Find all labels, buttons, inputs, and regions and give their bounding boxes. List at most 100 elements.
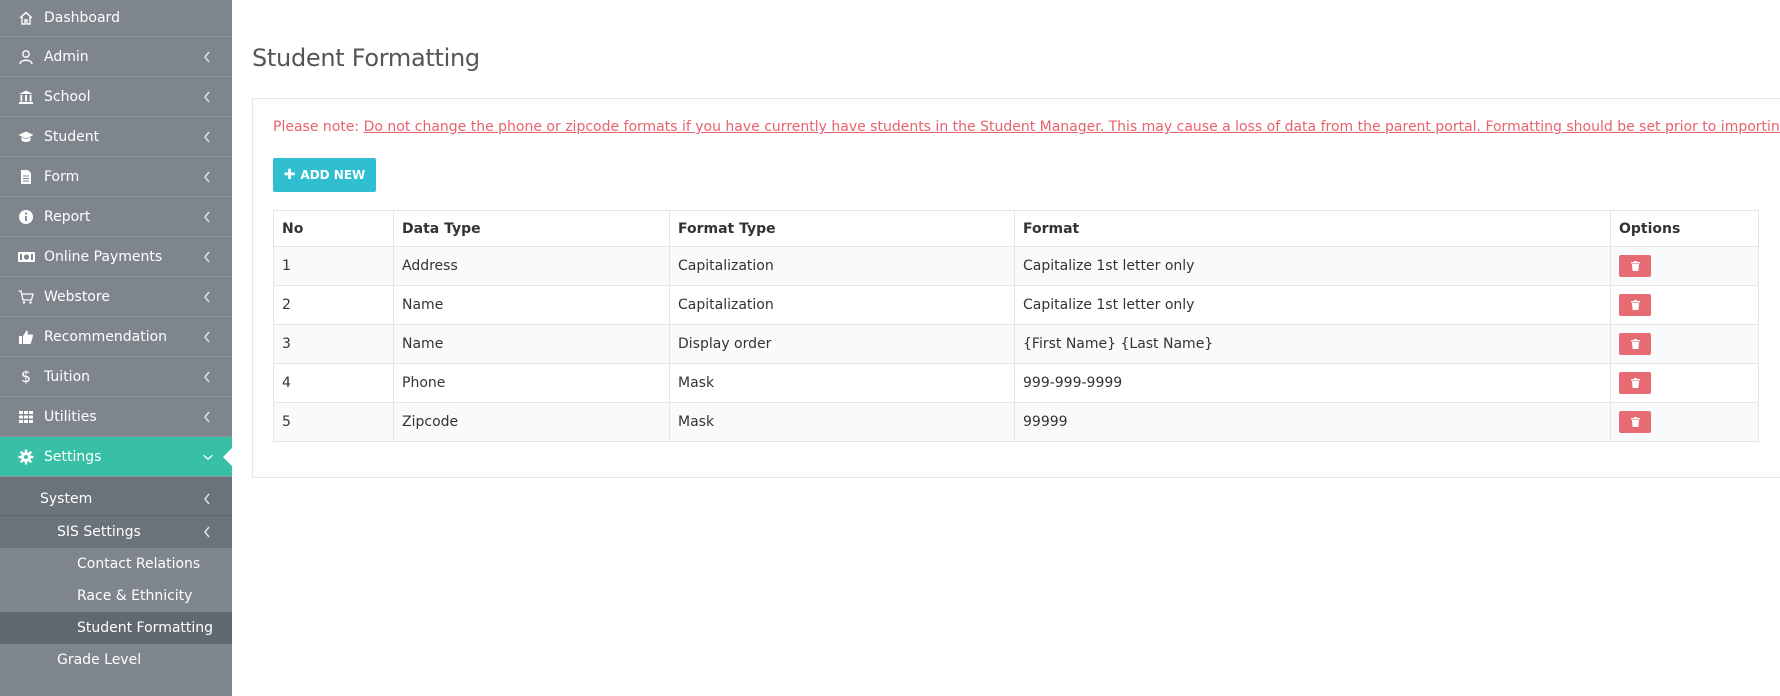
submenu-item-label: Race & Ethnicity bbox=[77, 588, 193, 604]
submenu-item-label: System bbox=[40, 491, 93, 507]
sidebar-item-recommendation[interactable]: Recommendation bbox=[0, 317, 232, 357]
column-header-format-type: Format Type bbox=[669, 210, 1015, 247]
chevron-left-icon bbox=[202, 90, 214, 104]
submenu-item-label: Student Formatting bbox=[77, 620, 214, 636]
chevron-left-icon bbox=[202, 330, 214, 344]
cell-format-type: Display order bbox=[669, 324, 1015, 364]
home-icon bbox=[14, 10, 38, 26]
cell-data-type: Zipcode bbox=[393, 402, 670, 442]
table-row: 2 Name Capitalization Capitalize 1st let… bbox=[273, 285, 1759, 325]
chevron-left-icon bbox=[202, 370, 214, 384]
table-row: 5 Zipcode Mask 99999 bbox=[273, 402, 1759, 442]
submenu-item-label: Contact Relations bbox=[77, 556, 201, 572]
trash-icon bbox=[1630, 261, 1640, 271]
chevron-down-icon bbox=[202, 450, 216, 464]
sidebar-item-online-payments[interactable]: Online Payments bbox=[0, 237, 232, 277]
sidebar-item-report[interactable]: Report bbox=[0, 197, 232, 237]
thumbs-up-icon bbox=[14, 329, 38, 345]
sidebar-item-settings[interactable]: Settings bbox=[0, 437, 232, 477]
table-header-row: No Data Type Format Type Format Options bbox=[273, 210, 1759, 247]
formatting-table: No Data Type Format Type Format Options … bbox=[273, 210, 1759, 442]
table-row: 1 Address Capitalization Capitalize 1st … bbox=[273, 246, 1759, 286]
submenu-item-student-formatting[interactable]: Student Formatting bbox=[0, 612, 232, 644]
sidebar: Dashboard Admin School Student Form Repo… bbox=[0, 0, 232, 696]
bank-icon bbox=[14, 89, 38, 105]
cell-data-type: Address bbox=[393, 246, 670, 286]
delete-button[interactable] bbox=[1619, 333, 1651, 355]
chevron-left-icon bbox=[202, 410, 214, 424]
cell-options bbox=[1610, 324, 1759, 364]
sidebar-item-utilities[interactable]: Utilities bbox=[0, 397, 232, 437]
trash-icon bbox=[1630, 378, 1640, 388]
column-header-options: Options bbox=[1610, 210, 1759, 247]
sidebar-item-form[interactable]: Form bbox=[0, 157, 232, 197]
chevron-left-icon bbox=[202, 290, 214, 304]
title-decoration bbox=[475, 64, 477, 66]
submenu-item-sis-settings[interactable]: SIS Settings bbox=[0, 516, 232, 548]
submenu-item-grade-level[interactable]: Grade Level bbox=[0, 644, 232, 676]
cell-data-type: Name bbox=[393, 324, 670, 364]
cell-format-type: Mask bbox=[669, 402, 1015, 442]
submenu-item-race-ethnicity[interactable]: Race & Ethnicity bbox=[0, 580, 232, 612]
table-row: 4 Phone Mask 999-999-9999 bbox=[273, 363, 1759, 403]
submenu-item-label: Grade Level bbox=[57, 652, 142, 668]
sidebar-item-student[interactable]: Student bbox=[0, 117, 232, 157]
sidebar-item-dashboard[interactable]: Dashboard bbox=[0, 0, 232, 37]
cell-no: 2 bbox=[273, 285, 394, 325]
submenu-item-label: SIS Settings bbox=[57, 524, 141, 540]
trash-icon bbox=[1630, 300, 1640, 310]
column-header-data-type: Data Type bbox=[393, 210, 670, 247]
cell-format-type: Mask bbox=[669, 363, 1015, 403]
cell-data-type: Phone bbox=[393, 363, 670, 403]
note-link[interactable]: Do not change the phone or zipcode forma… bbox=[364, 119, 1780, 135]
submenu-item-system[interactable]: System bbox=[0, 483, 232, 516]
chevron-left-icon bbox=[202, 130, 214, 144]
delete-button[interactable] bbox=[1619, 255, 1651, 277]
gear-icon bbox=[14, 449, 38, 465]
cart-icon bbox=[14, 289, 38, 305]
cell-format: 999-999-9999 bbox=[1014, 363, 1611, 403]
chevron-left-icon bbox=[202, 525, 214, 539]
file-icon bbox=[14, 169, 38, 185]
warning-note: Please note: Do not change the phone or … bbox=[273, 119, 1780, 135]
sidebar-item-admin[interactable]: Admin bbox=[0, 37, 232, 77]
graduation-cap-icon bbox=[14, 129, 38, 145]
cell-format-type: Capitalization bbox=[669, 285, 1015, 325]
note-prefix: Please note: bbox=[273, 119, 364, 135]
sidebar-item-webstore[interactable]: Webstore bbox=[0, 277, 232, 317]
cell-options bbox=[1610, 246, 1759, 286]
cell-options bbox=[1610, 363, 1759, 403]
cell-options bbox=[1610, 402, 1759, 442]
cell-data-type: Name bbox=[393, 285, 670, 325]
cell-format: {First Name} {Last Name} bbox=[1014, 324, 1611, 364]
cell-format: Capitalize 1st letter only bbox=[1014, 285, 1611, 325]
cell-options bbox=[1610, 285, 1759, 325]
formatting-panel: Please note: Do not change the phone or … bbox=[252, 98, 1780, 478]
money-icon bbox=[14, 249, 38, 265]
plus-icon: ✚ bbox=[283, 167, 296, 183]
submenu-item-contact-relations[interactable]: Contact Relations bbox=[0, 548, 232, 580]
trash-icon bbox=[1630, 339, 1640, 349]
delete-button[interactable] bbox=[1619, 411, 1651, 433]
add-new-button[interactable]: ✚ ADD NEW bbox=[273, 158, 376, 192]
delete-button[interactable] bbox=[1619, 294, 1651, 316]
cell-no: 5 bbox=[273, 402, 394, 442]
column-header-format: Format bbox=[1014, 210, 1611, 247]
cell-no: 4 bbox=[273, 363, 394, 403]
sidebar-item-school[interactable]: School bbox=[0, 77, 232, 117]
sidebar-item-tuition[interactable]: $ Tuition bbox=[0, 357, 232, 397]
column-header-no: No bbox=[273, 210, 394, 247]
user-icon bbox=[14, 49, 38, 65]
chevron-left-icon bbox=[202, 170, 214, 184]
sidebar-item-label: Dashboard bbox=[44, 10, 120, 26]
trash-icon bbox=[1630, 417, 1640, 427]
cell-no: 3 bbox=[273, 324, 394, 364]
chevron-left-icon bbox=[202, 492, 214, 506]
delete-button[interactable] bbox=[1619, 372, 1651, 394]
table-row: 3 Name Display order {First Name} {Last … bbox=[273, 324, 1759, 364]
add-new-label: ADD NEW bbox=[300, 168, 366, 182]
cell-format: Capitalize 1st letter only bbox=[1014, 246, 1611, 286]
cell-no: 1 bbox=[273, 246, 394, 286]
page-title: Student Formatting bbox=[252, 44, 480, 72]
grid-icon bbox=[14, 409, 38, 425]
